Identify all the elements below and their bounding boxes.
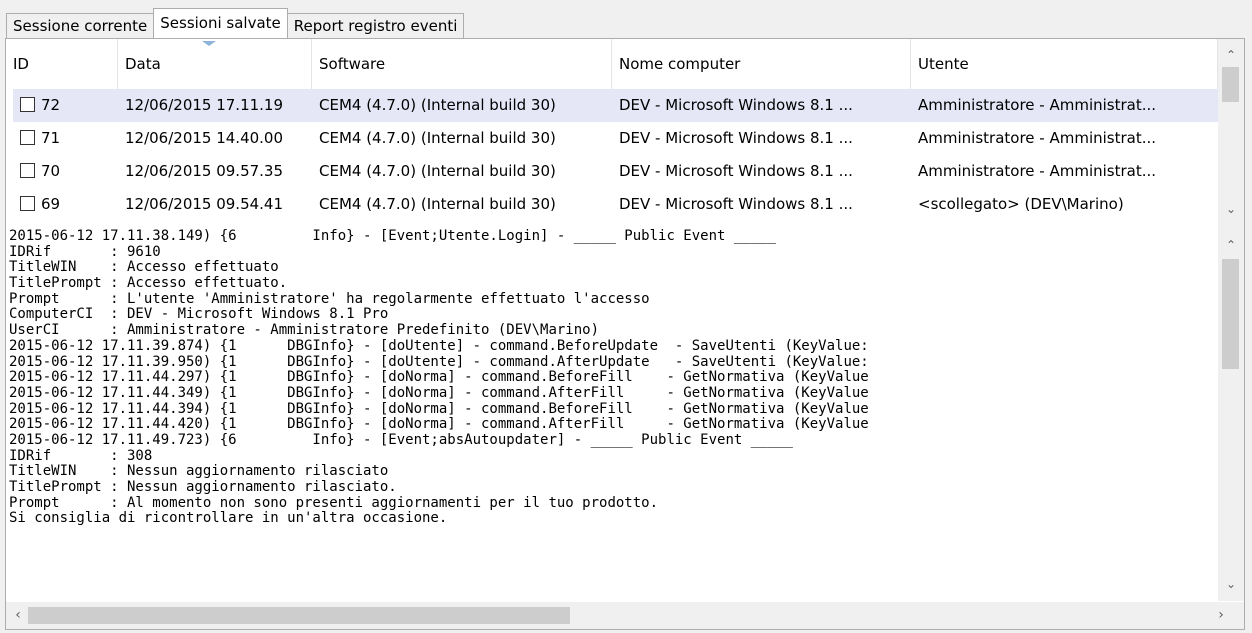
cell-data: 12/06/2015 17.11.19: [125, 96, 284, 114]
row-checkbox[interactable]: [20, 196, 35, 211]
log-horizontal-scrollbar[interactable]: ‹ ›: [6, 602, 1244, 629]
log-line: Prompt : L'utente 'Amministratore' ha re…: [9, 290, 650, 307]
table-row[interactable]: 69 12/06/2015 09.54.41 CEM4 (4.7.0) (Inter…: [13, 188, 1218, 221]
column-header-id[interactable]: ID: [6, 39, 118, 89]
chevron-down-icon[interactable]: ⌄: [1218, 574, 1244, 594]
log-line: 2015-06-12 17.11.49.723) {6 Info} - [Eve…: [9, 431, 793, 448]
event-log-text[interactable]: 2015-06-12 17.11.38.149) {6 Info} - [Eve…: [6, 229, 1218, 601]
table-row[interactable]: 72 12/06/2015 17.11.19 CEM4 (4.7.0) (Inter…: [13, 89, 1218, 122]
log-line: Si consiglia di ricontrollare in un'altr…: [9, 510, 448, 527]
row-checkbox[interactable]: [20, 130, 35, 145]
tab-panel: ID Data Software Nome computer Utente 72…: [5, 38, 1245, 630]
cell-nome-computer: DEV - Microsoft Windows 8.1 ...: [619, 129, 853, 147]
cell-data: 12/06/2015 09.54.41: [125, 195, 284, 213]
cell-nome-computer: DEV - Microsoft Windows 8.1 ...: [619, 162, 853, 180]
log-scroll-thumb[interactable]: [1222, 259, 1239, 369]
column-header-software[interactable]: Software: [312, 39, 612, 89]
row-checkbox[interactable]: [20, 97, 35, 112]
column-header-nome-computer[interactable]: Nome computer: [612, 39, 911, 89]
tab-sessione-corrente[interactable]: Sessione corrente: [6, 13, 155, 38]
chevron-up-icon[interactable]: ⌃: [1218, 45, 1244, 65]
cell-nome-computer: DEV - Microsoft Windows 8.1 ...: [619, 96, 853, 114]
log-line: UserCI : Amministratore - Amministratore…: [9, 322, 600, 339]
log-line: TitleWIN : Nessun aggiornamento rilascia…: [9, 463, 389, 480]
log-hscroll-thumb[interactable]: [28, 607, 570, 624]
log-line: 2015-06-12 17.11.44.420) {1 DBGInfo} - […: [9, 416, 869, 433]
cell-software: CEM4 (4.7.0) (Internal build 30): [319, 129, 556, 147]
log-line: TitleWIN : Accesso effettuato: [9, 259, 279, 276]
log-vertical-scrollbar[interactable]: ⌃ ⌄: [1218, 229, 1244, 601]
cell-software: CEM4 (4.7.0) (Internal build 30): [319, 162, 556, 180]
chevron-up-icon[interactable]: ⌃: [1218, 235, 1244, 255]
log-line: 2015-06-12 17.11.39.874) {1 DBGInfo} - […: [9, 337, 869, 354]
log-line: 2015-06-12 17.11.44.297) {1 DBGInfo} - […: [9, 369, 869, 386]
sort-indicator-icon: [202, 41, 216, 46]
log-line: 2015-06-12 17.11.44.349) {1 DBGInfo} - […: [9, 384, 869, 401]
cell-utente: Amministratore - Amministrat...: [918, 162, 1157, 180]
grid-scroll-thumb[interactable]: [1222, 67, 1239, 102]
log-line: TitlePrompt : Nessun aggiornamento rilas…: [9, 479, 397, 495]
grid-vertical-scrollbar[interactable]: ⌃ ⌄: [1218, 39, 1244, 229]
cell-id-value: 70: [41, 162, 61, 180]
column-header-utente[interactable]: Utente: [911, 39, 1218, 89]
chevron-left-icon[interactable]: ‹: [8, 602, 28, 629]
cell-id: 70: [13, 155, 118, 188]
tab-strip: Sessione corrente Sessioni salvate Repor…: [6, 8, 465, 38]
log-line: IDRif : 308: [9, 447, 153, 464]
log-line: 2015-06-12 17.11.44.394) {1 DBGInfo} - […: [9, 400, 869, 417]
log-line: IDRif : 9610: [9, 243, 161, 260]
grid-header: ID Data Software Nome computer Utente: [6, 39, 1218, 89]
cell-software: CEM4 (4.7.0) (Internal build 30): [319, 195, 556, 213]
cell-utente: Amministratore - Amministrat...: [918, 96, 1157, 114]
cell-id: 72: [13, 89, 118, 122]
log-line: Prompt : Al momento non sono presenti ag…: [9, 494, 659, 511]
cell-id: 69: [13, 188, 118, 221]
cell-id-value: 72: [41, 96, 61, 114]
tab-report-registro-eventi[interactable]: Report registro eventi: [286, 13, 465, 38]
log-line: ComputerCI : DEV - Microsoft Windows 8.1…: [9, 306, 389, 323]
tab-sessioni-salvate[interactable]: Sessioni salvate: [153, 8, 288, 38]
log-line: 2015-06-12 17.11.39.950) {1 DBGInfo} - […: [9, 353, 869, 370]
column-header-data[interactable]: Data: [118, 39, 312, 89]
log-line: TitlePrompt : Accesso effettuato.: [9, 275, 288, 292]
cell-software: CEM4 (4.7.0) (Internal build 30): [319, 96, 556, 114]
cell-utente: <scollegato> (DEV\Marino): [918, 195, 1124, 213]
table-row[interactable]: 71 12/06/2015 14.40.00 CEM4 (4.7.0) (Inter…: [13, 122, 1218, 155]
log-line: 2015-06-12 17.11.38.149) {6 Info} - [Eve…: [9, 229, 777, 244]
sessions-grid: ID Data Software Nome computer Utente 72…: [6, 39, 1218, 229]
cell-id-value: 69: [41, 195, 61, 213]
cell-nome-computer: DEV - Microsoft Windows 8.1 ...: [619, 195, 853, 213]
table-row[interactable]: 70 12/06/2015 09.57.35 CEM4 (4.7.0) (Inter…: [13, 155, 1218, 188]
row-checkbox[interactable]: [20, 163, 35, 178]
chevron-down-icon[interactable]: ⌄: [1218, 199, 1244, 219]
cell-data: 12/06/2015 14.40.00: [125, 129, 284, 147]
cell-data: 12/06/2015 09.57.35: [125, 162, 284, 180]
cell-id-value: 71: [41, 129, 61, 147]
chevron-right-icon[interactable]: ›: [1211, 602, 1231, 629]
cell-utente: Amministratore - Amministrat...: [918, 129, 1157, 147]
cell-id: 71: [13, 122, 118, 155]
